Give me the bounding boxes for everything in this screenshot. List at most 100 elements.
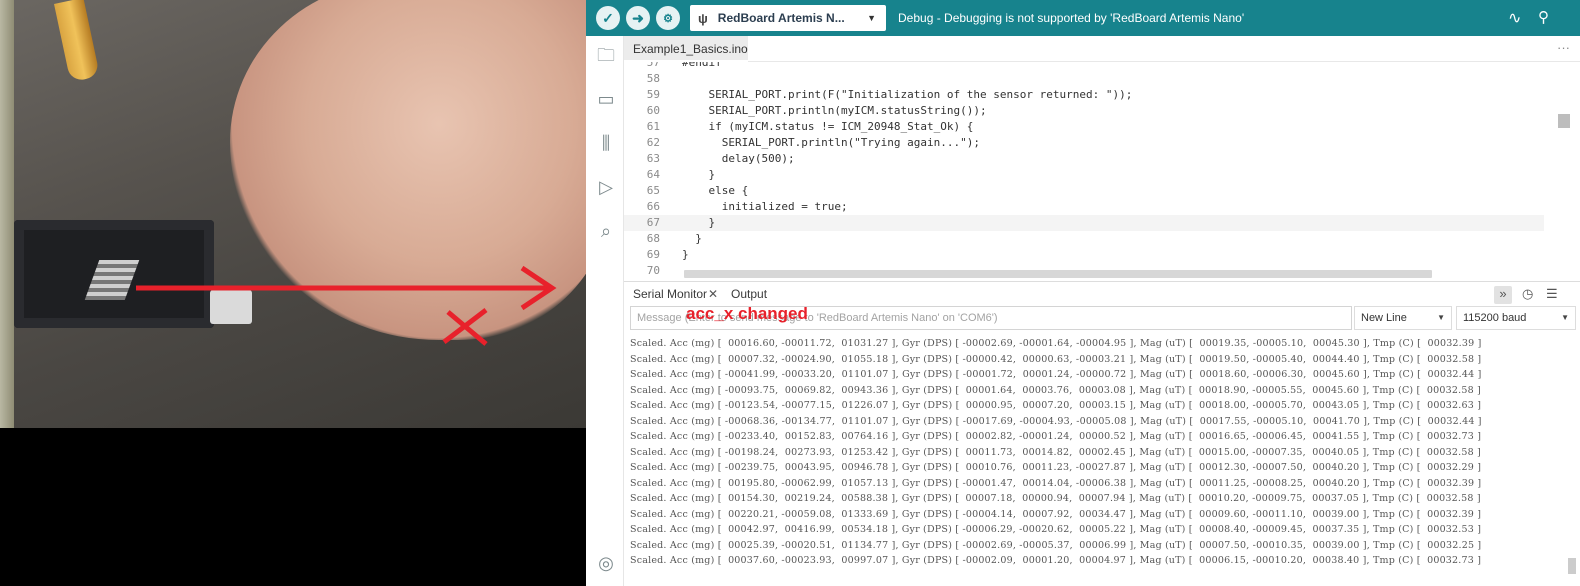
line-ending-value: New Line bbox=[1361, 312, 1407, 324]
output-line: Scaled. Acc (mg) [ 00037.60, -00023.93, … bbox=[630, 555, 1482, 566]
upload-button[interactable]: ➜ bbox=[626, 6, 650, 30]
line-number: 69 bbox=[646, 248, 660, 261]
autoscroll-icon[interactable]: » bbox=[1494, 286, 1512, 304]
output-line: Scaled. Acc (mg) [ 00007.32, -00024.90, … bbox=[630, 353, 1482, 365]
output-line: Scaled. Acc (mg) [ -00198.24, 00273.93, … bbox=[630, 446, 1481, 458]
toolbar: ✓ ➜ ⚙ ψ RedBoard Artemis N... ▼ Debug - … bbox=[586, 0, 1580, 36]
line-source: } bbox=[682, 248, 689, 261]
line-source: initialized = true; bbox=[682, 200, 848, 213]
line-number: 57 bbox=[646, 62, 660, 69]
output-line: Scaled. Acc (mg) [ 00220.21, -00059.08, … bbox=[630, 508, 1482, 520]
debug-icon: ⚙ bbox=[663, 12, 673, 25]
library-icon[interactable]: ⫼ bbox=[595, 132, 617, 154]
check-icon: ✓ bbox=[602, 9, 614, 26]
code-line: 68 } bbox=[624, 231, 1544, 247]
line-source: SERIAL_PORT.println(myICM.statusString()… bbox=[682, 104, 987, 117]
code-editor[interactable]: 57 #endif 58 59 SERIAL_PORT.print(F("Initia… bbox=[624, 62, 1580, 280]
baud-rate-value: 115200 baud bbox=[1463, 312, 1527, 324]
code-line: 60 SERIAL_PORT.println(myICM.statusStrin… bbox=[624, 103, 1544, 119]
line-source: else { bbox=[682, 184, 749, 197]
output-line: Scaled. Acc (mg) [ 00016.60, -00011.72, … bbox=[630, 338, 1482, 349]
debug-status-message: Debug - Debugging is not supported by 'R… bbox=[898, 11, 1245, 25]
line-number: 70 bbox=[646, 264, 660, 277]
baud-rate-select[interactable]: 115200 baud ▼ bbox=[1456, 306, 1576, 330]
line-number: 66 bbox=[646, 200, 660, 213]
output-line: Scaled. Acc (mg) [ -00239.75, 00043.95, … bbox=[630, 462, 1482, 473]
close-icon[interactable]: ✕ bbox=[708, 287, 718, 301]
line-source: } bbox=[682, 168, 716, 181]
line-number: 62 bbox=[646, 136, 660, 149]
annotation-text: acc_x changed bbox=[686, 304, 808, 323]
output-line: Scaled. Acc (mg) [ 00025.39, -00020.51, … bbox=[630, 539, 1482, 551]
board-name: RedBoard Artemis N... bbox=[717, 11, 845, 25]
line-source: SERIAL_PORT.print(F("Initialization of t… bbox=[682, 88, 1133, 101]
annotation-overlay bbox=[136, 265, 557, 346]
line-number: 61 bbox=[646, 120, 660, 133]
board-icon[interactable]: ▭ bbox=[595, 88, 617, 110]
output-line: Scaled. Acc (mg) [ -00041.99, -00033.20,… bbox=[630, 369, 1482, 380]
output-line: Scaled. Acc (mg) [ -00068.36, -00134.77,… bbox=[630, 415, 1482, 427]
tab-output[interactable]: Output bbox=[731, 287, 767, 301]
code-line: 59 SERIAL_PORT.print(F("Initialization o… bbox=[624, 87, 1544, 103]
line-source: } bbox=[682, 232, 702, 245]
line-ending-select[interactable]: New Line ▼ bbox=[1354, 306, 1452, 330]
line-source: #endif bbox=[682, 62, 722, 69]
line-number: 58 bbox=[646, 72, 660, 85]
code-line: 66 initialized = true; bbox=[624, 199, 1544, 215]
code-line: 58 bbox=[624, 71, 1544, 87]
timestamp-icon[interactable]: ◷ bbox=[1522, 286, 1533, 302]
horizontal-scrollbar[interactable] bbox=[684, 270, 1432, 278]
more-icon[interactable]: ··· bbox=[1557, 40, 1570, 55]
code-line: 63 delay(500); bbox=[624, 151, 1544, 167]
tab-serial-monitor[interactable]: Serial Monitor bbox=[633, 287, 707, 301]
code-line: 61 if (myICM.status != ICM_20948_Stat_Ok… bbox=[624, 119, 1544, 135]
video-frame bbox=[0, 0, 586, 586]
vertical-scrollbar[interactable] bbox=[1558, 114, 1570, 128]
debug-button[interactable]: ⚙ bbox=[656, 6, 680, 30]
output-line: Scaled. Acc (mg) [ 00042.97, 00416.99, 0… bbox=[630, 524, 1482, 535]
line-source: SERIAL_PORT.println("Trying again..."); bbox=[682, 136, 981, 149]
line-number: 63 bbox=[646, 152, 660, 165]
line-source: if (myICM.status != ICM_20948_Stat_Ok) { bbox=[682, 120, 974, 133]
line-number: 64 bbox=[646, 168, 660, 181]
chevron-down-icon: ▼ bbox=[867, 13, 876, 23]
line-source: delay(500); bbox=[682, 152, 795, 165]
debug-run-icon[interactable]: ▷ bbox=[595, 176, 617, 198]
arduino-ide-window: ✓ ➜ ⚙ ψ RedBoard Artemis N... ▼ Debug - … bbox=[586, 0, 1580, 586]
verify-button[interactable]: ✓ bbox=[596, 6, 620, 30]
line-number: 67 bbox=[646, 216, 660, 229]
serial-monitor-icon[interactable]: ⚲ bbox=[1538, 8, 1549, 26]
serial-output[interactable]: Scaled. Acc (mg) [ 00016.60, -00011.72, … bbox=[624, 334, 1580, 586]
search-icon[interactable]: ⌕ bbox=[595, 220, 617, 242]
code-line: 62 SERIAL_PORT.println("Trying again..."… bbox=[624, 135, 1544, 151]
line-number: 68 bbox=[646, 232, 660, 245]
file-tab[interactable]: Example1_Basics.ino bbox=[624, 36, 748, 62]
line-number: 65 bbox=[646, 184, 660, 197]
code-line: 65 else { bbox=[624, 183, 1544, 199]
board-selector[interactable]: ψ RedBoard Artemis N... ▼ bbox=[690, 5, 886, 31]
output-scrollbar[interactable] bbox=[1568, 558, 1576, 574]
bottom-panel-header: Serial Monitor ✕ Output » ◷ ☰ bbox=[624, 281, 1580, 306]
output-line: Scaled. Acc (mg) [ -00093.75, 00069.82, … bbox=[630, 384, 1481, 396]
code-line: 69} bbox=[624, 247, 1544, 263]
clear-output-icon[interactable]: ☰ bbox=[1546, 286, 1558, 302]
output-line: Scaled. Acc (mg) [ -00123.54, -00077.15,… bbox=[630, 400, 1482, 411]
code-line: 64 } bbox=[624, 167, 1544, 183]
serial-plotter-icon[interactable]: ∿ bbox=[1508, 8, 1521, 28]
output-line: Scaled. Acc (mg) [ -00233.40, 00152.83, … bbox=[630, 431, 1482, 442]
chevron-down-icon: ▼ bbox=[1561, 313, 1569, 322]
line-number: 60 bbox=[646, 104, 660, 117]
editor-tab-bar: Example1_Basics.ino ··· bbox=[624, 36, 1580, 62]
usb-icon: ψ bbox=[698, 10, 708, 26]
output-line: Scaled. Acc (mg) [ 00154.30, 00219.24, 0… bbox=[630, 493, 1481, 504]
code-line: 67 } bbox=[624, 215, 1544, 231]
line-number: 59 bbox=[646, 88, 660, 101]
account-icon[interactable]: ◎ bbox=[595, 552, 617, 574]
code-line: 57 #endif bbox=[624, 62, 1544, 71]
arrow-right-icon: ➜ bbox=[632, 9, 644, 26]
output-line: Scaled. Acc (mg) [ 00195.80, -00062.99, … bbox=[630, 477, 1482, 489]
sidebar: 🗀 ▭ ⫼ ▷ ⌕ ◎ bbox=[586, 36, 624, 586]
line-source: } bbox=[682, 216, 716, 229]
chevron-down-icon: ▼ bbox=[1437, 313, 1445, 322]
folder-icon[interactable]: 🗀 bbox=[595, 44, 617, 66]
